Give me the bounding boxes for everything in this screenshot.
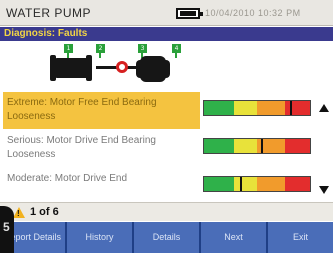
softkey-history[interactable]: History xyxy=(67,222,132,253)
measurement-point-2[interactable]: 2 xyxy=(96,44,105,53)
softkey-bar: Report Details History Details Next Exit xyxy=(0,222,333,253)
severity-yellow xyxy=(233,177,257,191)
motor-end-cap xyxy=(86,55,92,81)
fault-text: Moderate: Motor Drive End xyxy=(7,173,128,184)
severity-yellow xyxy=(233,101,257,115)
severity-red xyxy=(284,139,310,153)
severity-bar xyxy=(203,100,311,116)
scroll-down-icon[interactable] xyxy=(319,186,329,194)
subtitle-bar: Diagnosis: Faults xyxy=(0,27,333,41)
severity-green xyxy=(204,101,234,115)
top-bar: WATER PUMP 10/04/2010 10:32 PM xyxy=(0,0,333,26)
bezel-label: 5 xyxy=(3,220,10,234)
date-time: 10/04/2010 10:32 PM xyxy=(205,8,301,18)
coupling-fault-icon xyxy=(116,61,128,73)
battery-icon xyxy=(176,8,203,19)
severity-red xyxy=(284,177,310,191)
severity-green xyxy=(204,139,234,153)
device-bezel: 5 xyxy=(0,206,14,253)
fault-label-area: Moderate: Motor Drive End xyxy=(3,168,200,205)
severity-bar xyxy=(203,138,311,154)
fault-text: Extreme: Motor Free End Bearing Loosenes… xyxy=(7,97,157,122)
fault-item[interactable]: Serious: Motor Drive End Bearing Loosene… xyxy=(0,130,333,167)
app-title: WATER PUMP xyxy=(6,6,91,20)
warning-icon: ! xyxy=(13,207,25,218)
scroll-up-icon[interactable] xyxy=(319,104,329,112)
screen-subtitle: Diagnosis: Faults xyxy=(4,28,88,39)
point-4-line xyxy=(175,53,177,58)
softkey-next[interactable]: Next xyxy=(201,222,266,253)
severity-yellow xyxy=(233,139,257,153)
softkey-details[interactable]: Details xyxy=(134,222,199,253)
analyzer-screen: WATER PUMP 10/04/2010 10:32 PM Diagnosis… xyxy=(0,0,333,253)
fault-text: Serious: Motor Drive End Bearing Loosene… xyxy=(7,135,156,160)
softkey-exit[interactable]: Exit xyxy=(268,222,333,253)
severity-marker xyxy=(289,101,292,115)
point-2-line xyxy=(99,53,101,58)
severity-orange xyxy=(256,177,285,191)
measurement-point-4[interactable]: 4 xyxy=(172,44,181,53)
measurement-point-3[interactable]: 3 xyxy=(138,44,147,53)
page-count: 1 of 6 xyxy=(30,206,59,218)
severity-red xyxy=(284,101,310,115)
severity-marker xyxy=(240,177,243,191)
fault-label-area: Serious: Motor Drive End Bearing Loosene… xyxy=(3,130,200,167)
machine-train-diagram: 1 2 3 4 xyxy=(40,44,190,88)
severity-orange xyxy=(256,101,285,115)
status-bar: ! 1 of 6 xyxy=(0,202,333,221)
fault-item[interactable]: Moderate: Motor Drive End xyxy=(0,168,333,205)
severity-marker xyxy=(261,139,264,153)
pump-icon xyxy=(140,56,166,82)
severity-green xyxy=(204,177,234,191)
fault-list: Extreme: Motor Free End Bearing Loosenes… xyxy=(0,92,333,204)
severity-bar xyxy=(203,176,311,192)
measurement-point-1[interactable]: 1 xyxy=(64,44,73,53)
fault-label-area: Extreme: Motor Free End Bearing Loosenes… xyxy=(3,92,200,129)
fault-item[interactable]: Extreme: Motor Free End Bearing Loosenes… xyxy=(0,92,333,129)
